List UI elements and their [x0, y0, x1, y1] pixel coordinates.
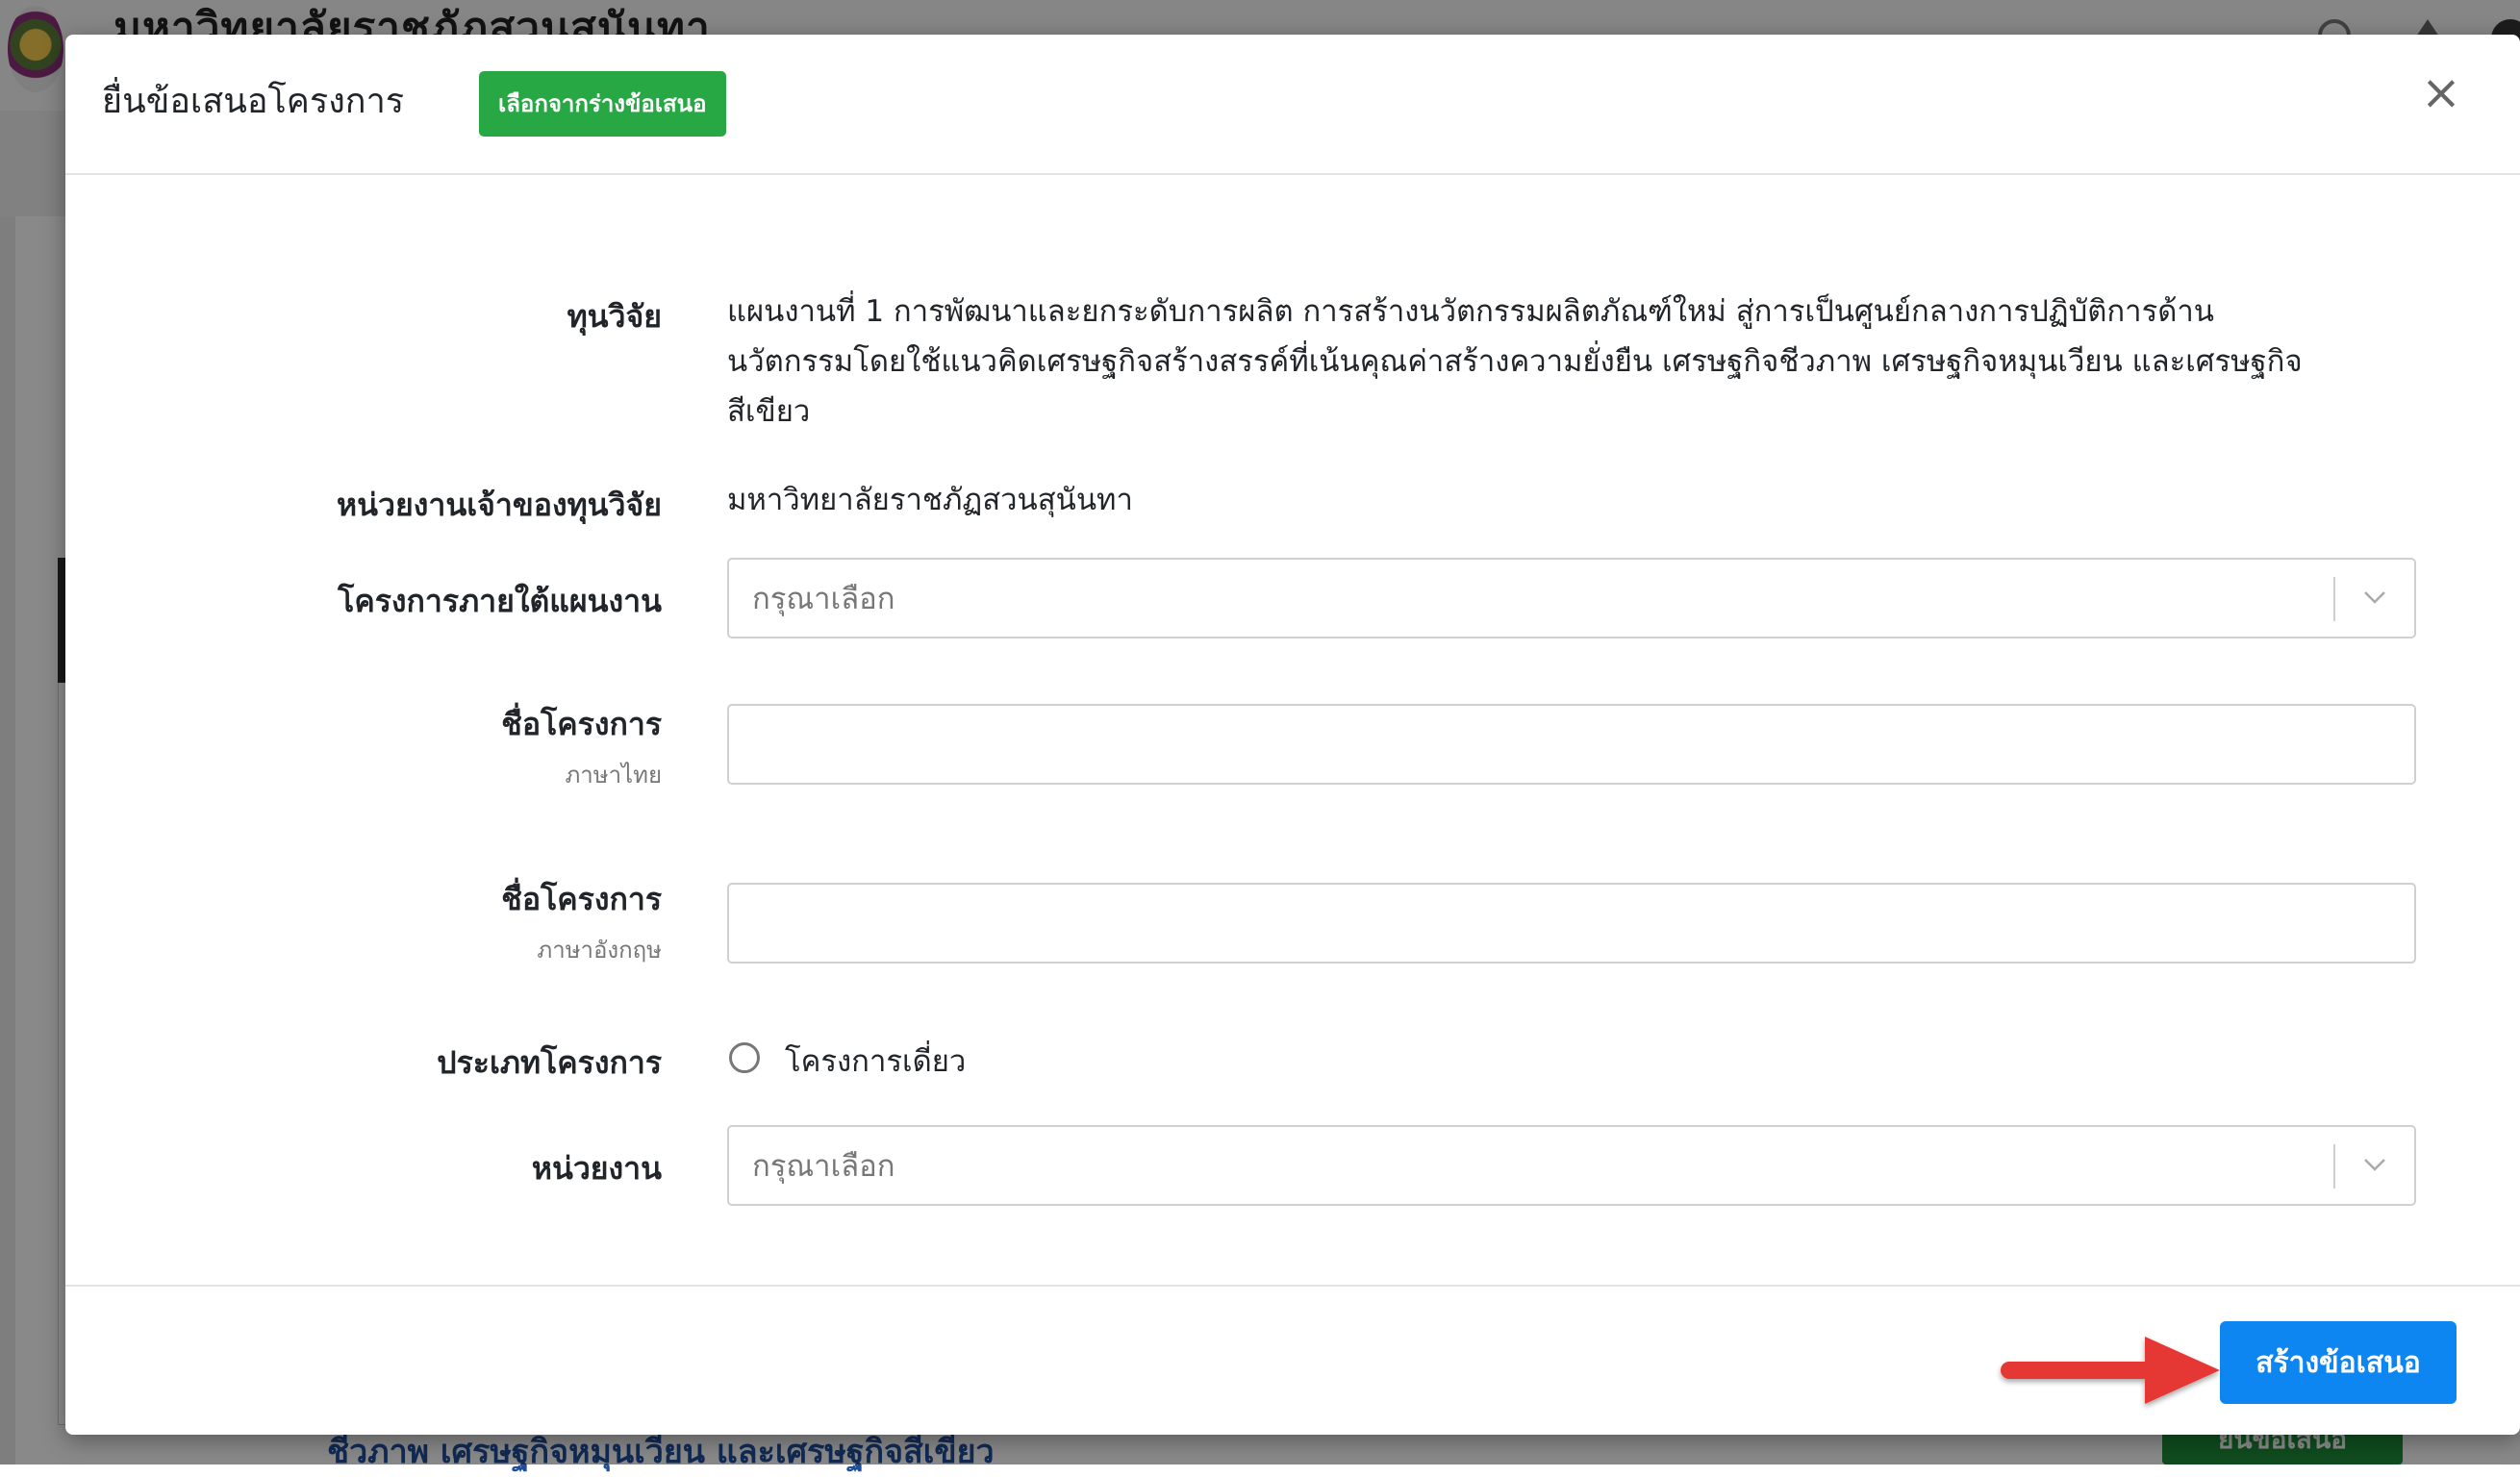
project-name-th-label: ชื่อโครงการ	[501, 706, 662, 742]
modal-body: ทุนวิจัย แผนงานที่ 1 การพัฒนาและยกระดับก…	[65, 175, 2520, 1281]
owner-value: มหาวิทยาลัยราชภัฏสวนสุนันทา	[727, 483, 1133, 517]
create-proposal-button[interactable]: สร้างข้อเสนอ	[2220, 1321, 2457, 1404]
close-icon[interactable]: ×	[2412, 63, 2470, 121]
select-separator	[2333, 1144, 2335, 1189]
project-name-en-input[interactable]	[727, 883, 2416, 964]
single-project-radio[interactable]	[729, 1042, 760, 1073]
fund-value: แผนงานที่ 1 การพัฒนาและยกระดับการผลิต กา…	[727, 287, 2303, 437]
single-project-radio-label[interactable]: โครงการเดี่ยว	[785, 1037, 966, 1085]
project-under-plan-placeholder: กรุณาเลือก	[752, 582, 895, 616]
modal-header: ยื่นข้อเสนอโครงการ เลือกจากร่างข้อเสนอ ×	[65, 35, 2520, 175]
select-separator	[2333, 577, 2335, 621]
owner-label: หน่วยงานเจ้าของทุนวิจัย	[337, 487, 662, 523]
arrow-right-icon	[2001, 1337, 2220, 1404]
project-under-plan-select[interactable]: กรุณาเลือก	[727, 558, 2416, 638]
project-type-label: ประเภทโครงการ	[437, 1044, 662, 1081]
chevron-down-icon	[2364, 1159, 2385, 1171]
fund-label: ทุนวิจัย	[567, 298, 662, 335]
fund-value-line: แผนงานที่ 1 การพัฒนาและยกระดับการผลิต กา…	[727, 294, 2214, 329]
project-name-en-label: ชื่อโครงการ	[501, 881, 662, 917]
fund-value-line: สีเขียว	[727, 394, 811, 429]
project-name-th-sublabel: ภาษาไทย	[565, 762, 662, 789]
department-placeholder: กรุณาเลือก	[752, 1149, 895, 1184]
modal-title: ยื่นข้อเสนอโครงการ	[102, 82, 405, 121]
submit-proposal-modal: ยื่นข้อเสนอโครงการ เลือกจากร่างข้อเสนอ ×…	[65, 35, 2520, 1435]
department-label: หน่วยงาน	[531, 1150, 662, 1187]
department-select[interactable]: กรุณาเลือก	[727, 1125, 2416, 1206]
select-from-draft-button[interactable]: เลือกจากร่างข้อเสนอ	[479, 71, 726, 137]
chevron-down-icon	[2364, 591, 2385, 604]
fund-value-line: นวัตกรรมโดยใช้แนวคิดเศรษฐกิจสร้างสรรค์ที…	[727, 344, 2303, 379]
project-name-th-input[interactable]	[727, 704, 2416, 785]
project-name-en-sublabel: ภาษาอังกฤษ	[537, 937, 662, 964]
project-under-plan-label: โครงการภายใต้แผนงาน	[338, 583, 662, 619]
